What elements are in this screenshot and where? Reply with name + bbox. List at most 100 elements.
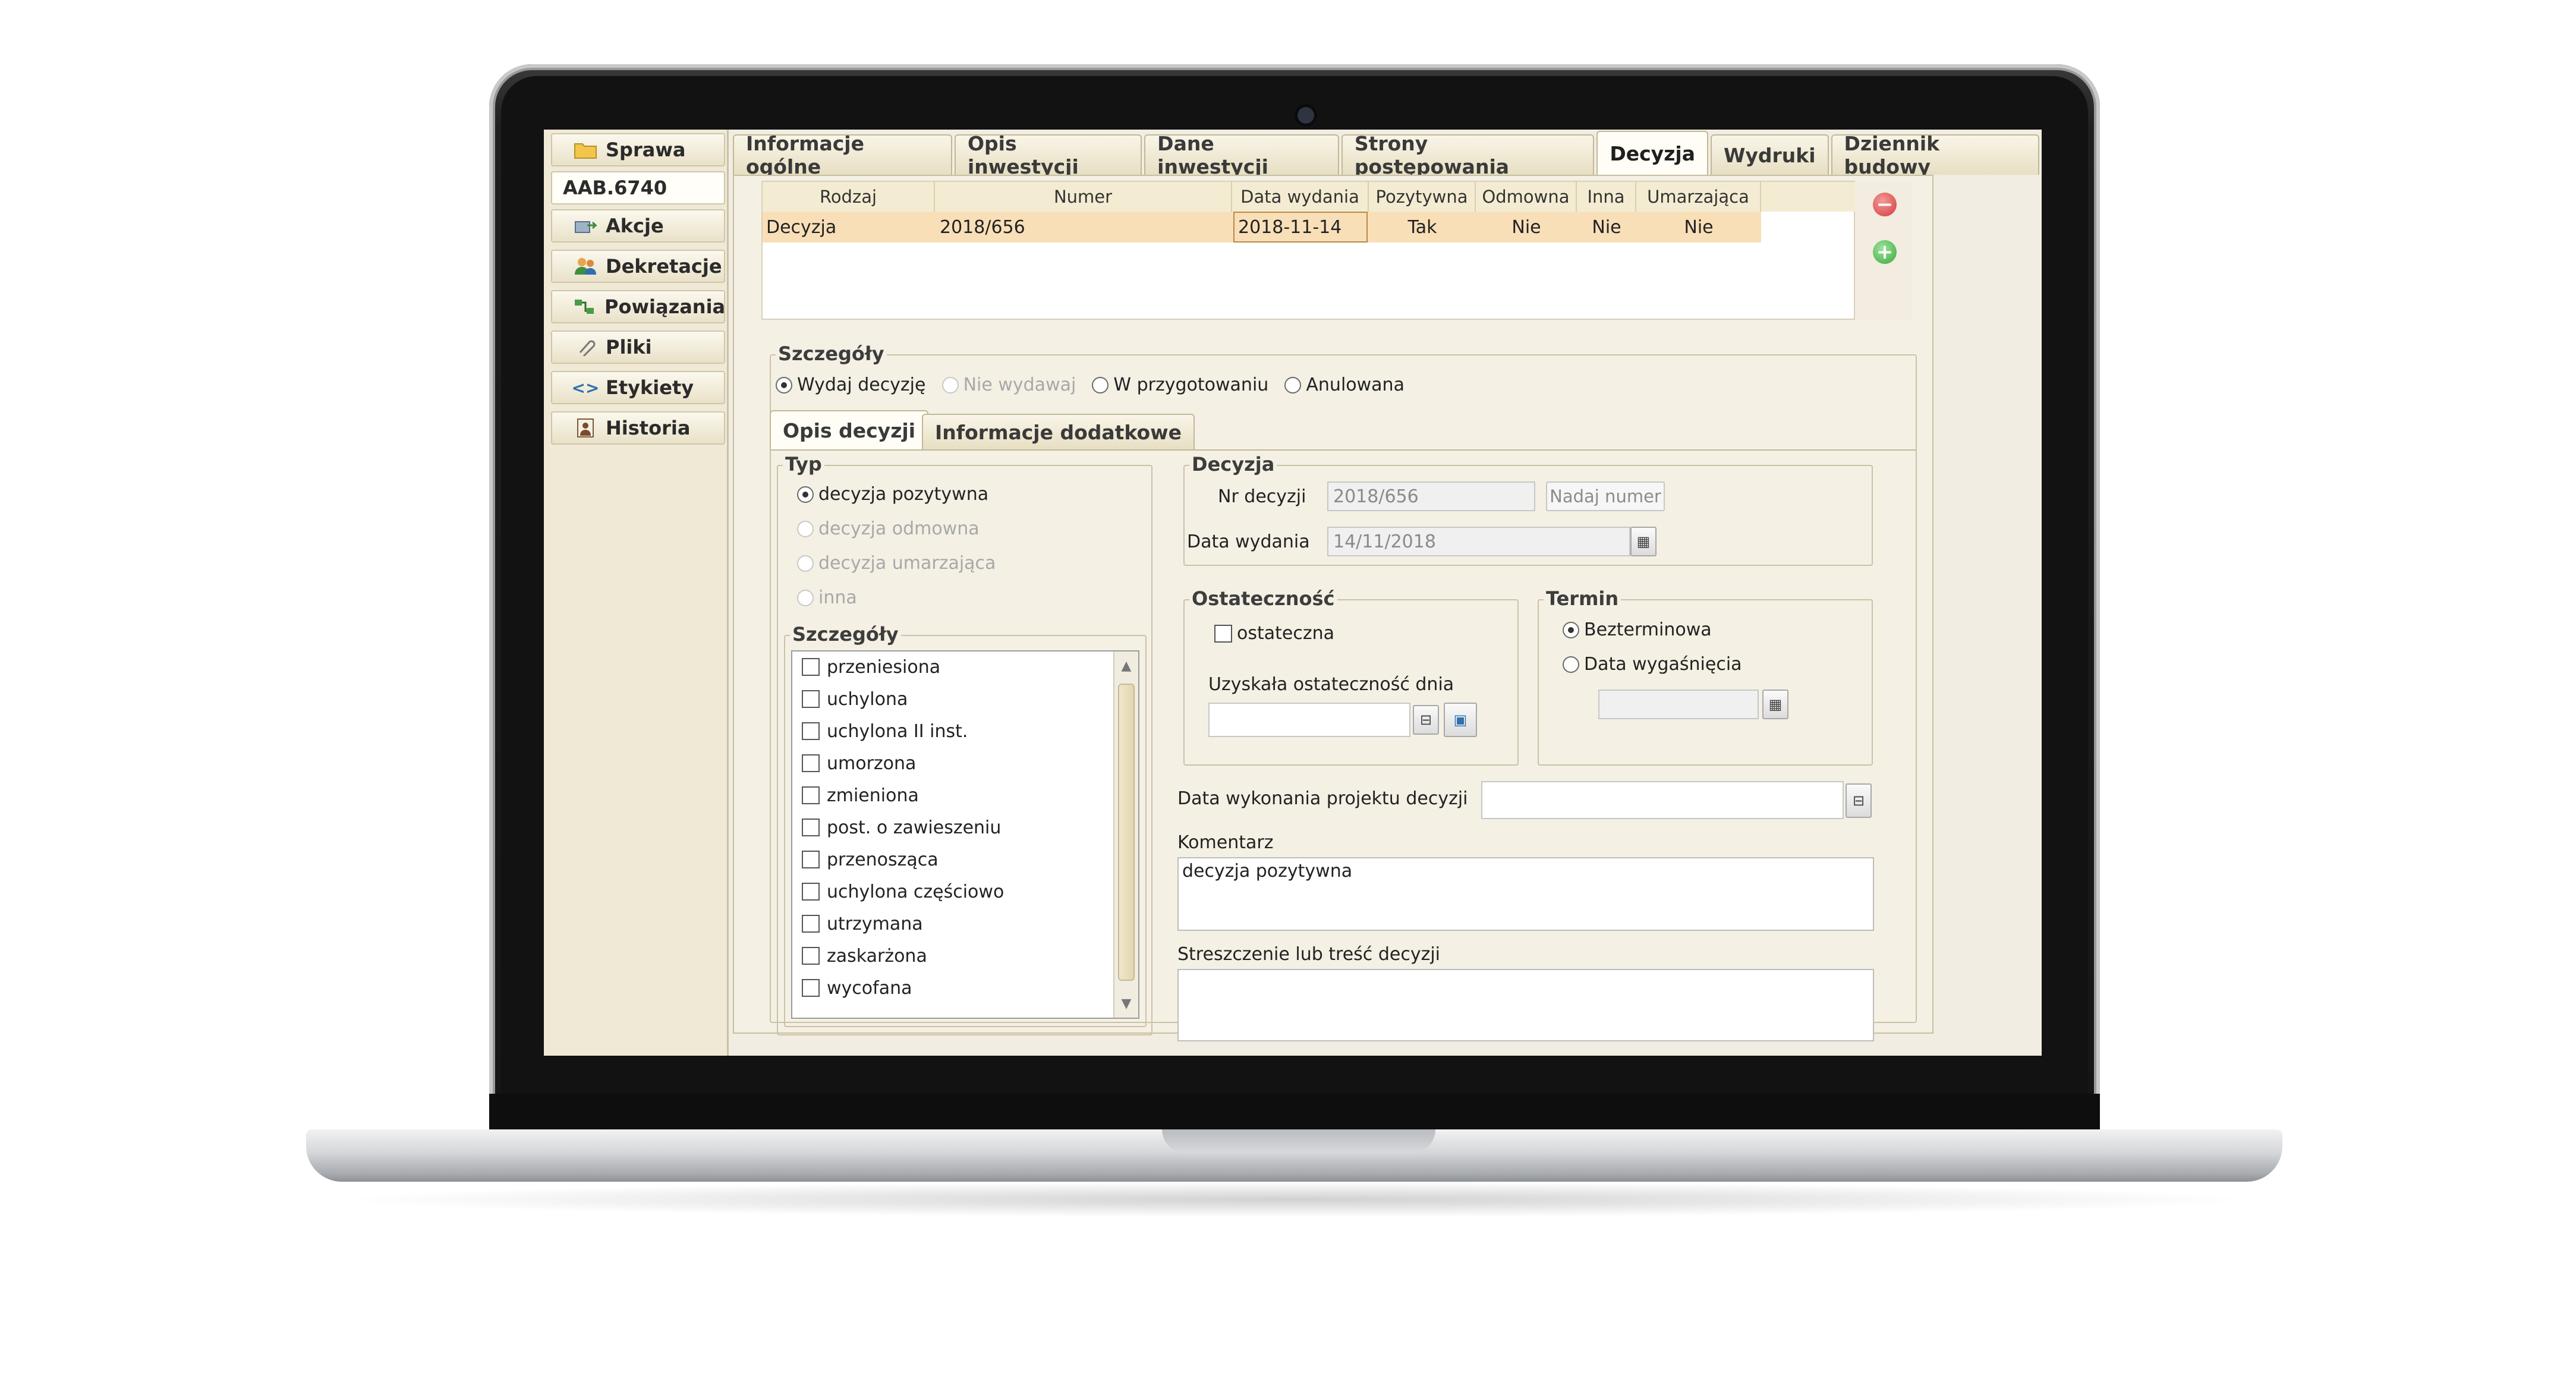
scroll-down-icon[interactable]: ▼	[1117, 991, 1136, 1015]
termin-option[interactable]: Bezterminowa	[1563, 619, 1712, 640]
ostatecznosc-legend: Ostateczność	[1189, 587, 1337, 610]
projekt-date-input[interactable]	[1481, 781, 1844, 819]
calendar-icon[interactable]: ⊟	[1846, 783, 1872, 818]
decyzja-fieldset: Decyzja Nr decyzji 2018/656 Nadaj numer …	[1183, 453, 1873, 566]
checkbox[interactable]	[802, 915, 820, 933]
ostatecznosc-fieldset: Ostateczność ostateczna Uzyskała ostatec…	[1183, 587, 1519, 766]
checkbox[interactable]	[802, 690, 820, 708]
column-header[interactable]: Pozytywna	[1369, 182, 1476, 212]
typ-option[interactable]: decyzja pozytywna	[797, 484, 988, 505]
remove-row-button[interactable]: −	[1873, 193, 1897, 216]
list-item[interactable]: zmieniona	[802, 780, 919, 811]
radio-decyzja-pozytywna[interactable]	[797, 486, 814, 503]
tab-bar: Informacje ogólne Opis inwestycji Dane i…	[733, 131, 2042, 178]
list-item[interactable]: uchylona II inst.	[802, 716, 968, 747]
table-cell: Tak	[1407, 216, 1437, 238]
details-legend: Szczegóły	[776, 342, 887, 365]
tab-opis-inwestycji[interactable]: Opis inwestycji	[954, 132, 1142, 178]
tab-dziennik-budowy[interactable]: Dziennik budowy	[1831, 132, 2039, 178]
table-actions: − +	[1855, 181, 1912, 320]
sidebar-item-sprawa[interactable]: Sprawa	[551, 133, 725, 166]
scroll-thumb[interactable]	[1118, 684, 1135, 981]
checkbox[interactable]	[802, 947, 820, 965]
list-item-label: post. o zawieszeniu	[827, 817, 1002, 838]
sidebar: Sprawa AAB.6740 Akcje Dekretacje Powiąza…	[544, 130, 729, 1056]
list-item-label: przeniesiona	[827, 656, 941, 678]
column-header[interactable]: Data wydania	[1232, 182, 1369, 212]
sidebar-item-historia[interactable]: Historia	[551, 411, 725, 445]
list-item[interactable]: uchylona	[802, 684, 908, 714]
column-header[interactable]: Inna	[1577, 182, 1636, 212]
table-row[interactable]: Decyzja 2018/656 2018-11-14 Tak Nie Nie …	[763, 212, 1761, 243]
radio-bezterminowa[interactable]	[1563, 621, 1579, 638]
calendar-picker-icon[interactable]: ▣	[1444, 703, 1477, 737]
tab-wydruki[interactable]: Wydruki	[1710, 134, 1829, 175]
checkbox[interactable]	[802, 851, 820, 868]
tab-dane-inwestycji[interactable]: Dane inwestycji	[1144, 132, 1339, 178]
users-icon	[574, 256, 597, 276]
radio-w-przygotowaniu[interactable]	[1092, 376, 1109, 394]
typ-option: decyzja odmowna	[797, 518, 980, 539]
list-item[interactable]: przeniesiona	[802, 651, 940, 682]
list-item[interactable]: zaskarżona	[802, 940, 927, 971]
radio-wydaj-decyzje[interactable]	[776, 376, 792, 394]
ostatecznosc-date-input[interactable]	[1208, 703, 1410, 737]
tab-informacje-ogolne[interactable]: Informacje ogólne	[733, 132, 952, 178]
list-item-label: utrzymana	[827, 913, 923, 934]
radio-label: Nie wydawaj	[963, 374, 1076, 395]
subtab-opis-decyzji[interactable]: Opis decyzji	[770, 410, 929, 449]
add-row-button[interactable]: +	[1873, 240, 1897, 264]
radio-decyzja-odmowna	[797, 520, 814, 537]
checkbox[interactable]	[802, 658, 820, 676]
scroll-up-icon[interactable]: ▲	[1117, 654, 1136, 678]
list-item[interactable]: uchylona częściowo	[802, 876, 1004, 907]
calendar-icon[interactable]: ⊟	[1413, 705, 1439, 735]
sidebar-item-etykiety[interactable]: <> Etykiety	[551, 371, 725, 404]
list-item[interactable]: umorzona	[802, 748, 916, 779]
komentarz-textarea[interactable]: decyzja pozytywna	[1177, 857, 1874, 931]
column-header[interactable]: Numer	[935, 182, 1232, 212]
subtab-informacje-dodatkowe[interactable]: Informacje dodatkowe	[922, 414, 1195, 449]
tab-decyzja[interactable]: Decyzja	[1596, 131, 1708, 175]
calendar-icon[interactable]: ▦	[1762, 690, 1788, 719]
list-scrollbar[interactable]: ▲ ▼	[1113, 651, 1138, 1018]
list-item[interactable]: utrzymana	[802, 908, 923, 939]
radio-label: inna	[818, 587, 857, 608]
ostateczna-checkbox-row[interactable]: ostateczna	[1214, 623, 1334, 644]
case-id-label: AAB.6740	[563, 177, 667, 199]
column-header[interactable]: Rodzaj	[763, 182, 935, 212]
termin-option[interactable]: Data wygaśnięcia	[1563, 654, 1742, 675]
sidebar-item-pliki[interactable]: Pliki	[551, 330, 725, 364]
radio-anulowana[interactable]	[1284, 376, 1302, 394]
checkbox[interactable]	[802, 786, 820, 804]
column-header[interactable]: Umarzająca	[1636, 182, 1761, 212]
sidebar-item-label: Pliki	[606, 336, 652, 358]
radio-label: decyzja pozytywna	[818, 484, 989, 505]
list-item-label: wycofana	[827, 977, 912, 999]
list-item[interactable]: przenosząca	[802, 844, 939, 875]
nr-decyzji-input[interactable]: 2018/656	[1327, 481, 1535, 511]
list-item[interactable]: post. o zawieszeniu	[802, 812, 1001, 843]
data-wydania-input[interactable]: 14/11/2018	[1327, 527, 1630, 556]
tab-strony-postepowania[interactable]: Strony postępowania	[1341, 132, 1595, 178]
checkbox[interactable]	[802, 754, 820, 772]
column-header[interactable]: Odmowna	[1476, 182, 1577, 212]
sidebar-item-dekretacje[interactable]: Dekretacje	[551, 250, 725, 283]
checkbox[interactable]	[802, 819, 820, 836]
checkbox[interactable]	[802, 722, 820, 740]
checkbox[interactable]	[802, 883, 820, 901]
paperclip-icon	[574, 337, 597, 357]
table-cell: 2018/656	[940, 216, 1025, 238]
list-item[interactable]: wycofana	[802, 972, 912, 1003]
uzyskala-ostatecznosc-label: Uzyskała ostateczność dnia	[1208, 674, 1454, 695]
checkbox[interactable]	[802, 979, 820, 997]
sidebar-item-akcje[interactable]: Akcje	[551, 209, 725, 243]
data-wygasniecia-input[interactable]	[1598, 690, 1759, 719]
calendar-icon[interactable]: ▦	[1630, 527, 1657, 556]
ostateczna-checkbox[interactable]	[1214, 624, 1232, 643]
table-cell: Nie	[1684, 216, 1714, 238]
streszczenie-textarea[interactable]	[1177, 969, 1874, 1041]
nadaj-numer-button[interactable]: Nadaj numer	[1546, 481, 1665, 511]
sidebar-item-powiazania[interactable]: Powiązania	[551, 290, 725, 323]
radio-data-wygasniecia[interactable]	[1563, 656, 1579, 673]
